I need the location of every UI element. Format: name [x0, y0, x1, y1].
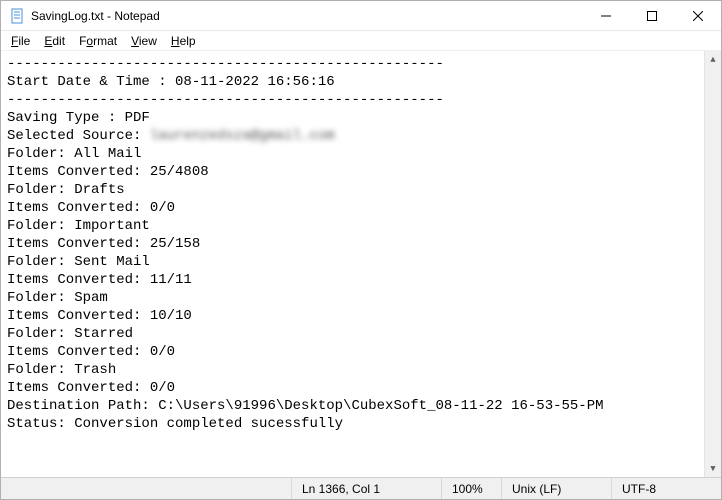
log-line: Folder: Trash — [7, 362, 116, 378]
redacted-email: laurenzedsza@gmail.com — [150, 128, 335, 144]
log-line: Items Converted: 25/4808 — [7, 164, 209, 180]
window-controls — [583, 1, 721, 30]
log-line: Saving Type : PDF — [7, 110, 150, 126]
log-line: Destination Path: C:\Users\91996\Desktop… — [7, 398, 604, 414]
close-button[interactable] — [675, 1, 721, 30]
menu-edit[interactable]: Edit — [38, 33, 71, 49]
status-spacer — [1, 478, 291, 499]
menu-file[interactable]: File — [5, 33, 36, 49]
log-line: Folder: Drafts — [7, 182, 125, 198]
status-position: Ln 1366, Col 1 — [291, 478, 441, 499]
scroll-up-icon[interactable]: ▲ — [705, 51, 721, 68]
text-area[interactable]: ----------------------------------------… — [1, 51, 721, 477]
log-line: Items Converted: 10/10 — [7, 308, 192, 324]
notepad-icon — [9, 8, 25, 24]
log-line: Items Converted: 25/158 — [7, 236, 200, 252]
log-line: Selected Source: laurenzedsza@gmail.com — [7, 128, 335, 144]
log-line: Folder: Spam — [7, 290, 108, 306]
log-line: ----------------------------------------… — [7, 56, 444, 72]
log-line: Start Date & Time : 08-11-2022 16:56:16 — [7, 74, 335, 90]
status-zoom: 100% — [441, 478, 501, 499]
maximize-button[interactable] — [629, 1, 675, 30]
log-line: Folder: Important — [7, 218, 150, 234]
menu-format[interactable]: Format — [73, 33, 123, 49]
scroll-track[interactable] — [705, 68, 721, 460]
log-line: Items Converted: 0/0 — [7, 200, 175, 216]
menu-view[interactable]: View — [125, 33, 163, 49]
log-line: Folder: Sent Mail — [7, 254, 150, 270]
menu-help[interactable]: Help — [165, 33, 202, 49]
log-line: Folder: Starred — [7, 326, 133, 342]
log-line: Status: Conversion completed sucessfully — [7, 416, 343, 432]
window-title: SavingLog.txt - Notepad — [31, 9, 583, 23]
minimize-button[interactable] — [583, 1, 629, 30]
log-line: Items Converted: 0/0 — [7, 380, 175, 396]
log-line: Items Converted: 11/11 — [7, 272, 192, 288]
log-line: ----------------------------------------… — [7, 92, 444, 108]
log-line: Items Converted: 0/0 — [7, 344, 175, 360]
vertical-scrollbar[interactable]: ▲ ▼ — [704, 51, 721, 477]
menubar: File Edit Format View Help — [1, 31, 721, 51]
status-line-ending: Unix (LF) — [501, 478, 611, 499]
statusbar: Ln 1366, Col 1 100% Unix (LF) UTF-8 — [1, 477, 721, 499]
log-line: Folder: All Mail — [7, 146, 141, 162]
status-encoding: UTF-8 — [611, 478, 721, 499]
scroll-down-icon[interactable]: ▼ — [705, 460, 721, 477]
titlebar: SavingLog.txt - Notepad — [1, 1, 721, 31]
notepad-window: SavingLog.txt - Notepad File Edit Format… — [0, 0, 722, 500]
